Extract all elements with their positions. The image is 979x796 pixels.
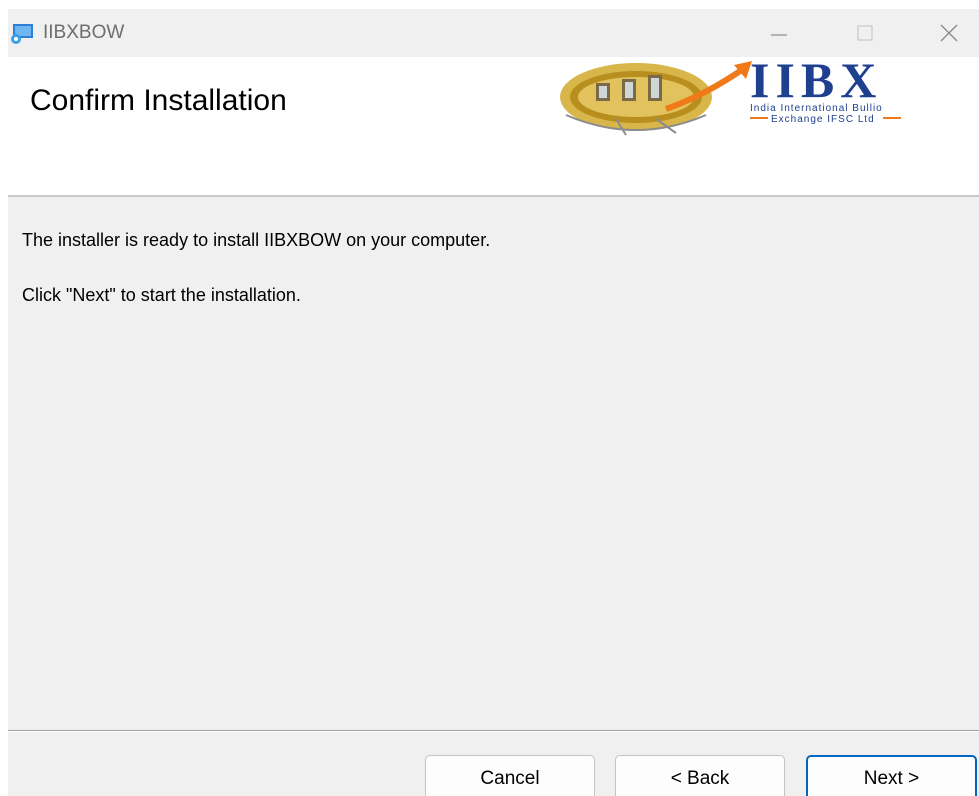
cancel-button[interactable]: Cancel bbox=[425, 755, 595, 796]
installer-window: IIBXBOW Confirm Installation IIBX India … bbox=[8, 9, 979, 796]
ready-message: The installer is ready to install IIBXBO… bbox=[22, 230, 491, 250]
next-button[interactable]: Next > bbox=[806, 755, 977, 796]
page-title: Confirm Installation bbox=[30, 84, 287, 117]
iibx-logo: IIBX India International Bullio Exchange… bbox=[560, 57, 901, 136]
logo-line-2: Exchange IFSC Ltd bbox=[771, 114, 875, 125]
maximize-icon bbox=[857, 25, 873, 41]
close-icon bbox=[940, 24, 958, 42]
header-banner: Confirm Installation IIBX India Internat… bbox=[8, 57, 979, 197]
window-title: IIBXBOW bbox=[43, 22, 125, 43]
instruction-message: Click "Next" to start the installation. bbox=[22, 285, 301, 305]
minimize-icon bbox=[771, 34, 787, 36]
logo-line-1: India International Bullio bbox=[750, 103, 883, 114]
installer-icon bbox=[11, 24, 33, 44]
minimize-button[interactable] bbox=[749, 9, 809, 57]
close-button[interactable] bbox=[919, 9, 979, 57]
footer-divider bbox=[8, 730, 979, 732]
maximize-button[interactable] bbox=[835, 9, 895, 57]
logo-name: IIBX bbox=[750, 57, 882, 108]
title-bar[interactable]: IIBXBOW bbox=[8, 9, 979, 57]
back-button[interactable]: < Back bbox=[615, 755, 785, 796]
